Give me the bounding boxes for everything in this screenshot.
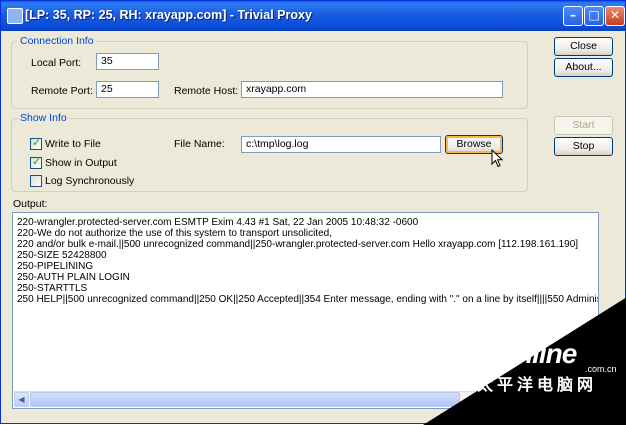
show-in-output-checkbox[interactable]: ✓: [30, 155, 42, 169]
local-port-input[interactable]: 35: [96, 53, 159, 70]
stop-button[interactable]: Stop: [554, 137, 613, 156]
write-to-file-label: Write to File: [45, 138, 101, 150]
watermark-logo: PConline: [463, 338, 577, 369]
window-title: [LP: 35, RP: 25, RH: xrayapp.com] - Triv…: [25, 8, 312, 22]
close-button[interactable]: Close: [554, 37, 613, 56]
app-icon[interactable]: [7, 8, 23, 24]
show-info-title: Show Info: [18, 112, 69, 124]
checkmark-icon: ✓: [32, 155, 42, 168]
start-button[interactable]: Start: [554, 116, 613, 135]
remote-host-label: Remote Host:: [174, 85, 239, 97]
remote-port-label: Remote Port:: [31, 85, 93, 97]
output-line: 250 HELP||500 unrecognized command||250 …: [17, 294, 599, 305]
minimize-button[interactable]: –: [563, 6, 583, 26]
write-to-file-checkbox[interactable]: ✓: [30, 136, 42, 150]
maximize-button[interactable]: □: [584, 6, 604, 26]
connection-info-group: Connection Info: [11, 35, 528, 109]
connection-info-title: Connection Info: [18, 35, 96, 47]
show-in-output-label: Show in Output: [45, 157, 117, 169]
scrollbar-thumb[interactable]: [30, 392, 460, 407]
checkmark-icon: ✓: [32, 136, 42, 149]
file-name-input[interactable]: c:\tmp\log.log: [241, 136, 441, 153]
main-window: [LP: 35, RP: 25, RH: xrayapp.com] - Triv…: [0, 0, 626, 425]
output-label: Output:: [13, 198, 48, 210]
close-window-button[interactable]: ✕: [605, 6, 625, 26]
watermark-chinese: 太平洋电脑网: [477, 375, 598, 394]
mouse-cursor-icon: [491, 149, 504, 168]
about-button[interactable]: About...: [554, 58, 613, 77]
scroll-left-icon[interactable]: ◀: [14, 392, 29, 407]
local-port-label: Local Port:: [31, 57, 82, 69]
title-bar[interactable]: [LP: 35, RP: 25, RH: xrayapp.com] - Triv…: [1, 1, 625, 31]
file-name-label: File Name:: [174, 138, 225, 150]
log-synchronously-checkbox[interactable]: [30, 175, 42, 187]
log-synchronously-label: Log Synchronously: [45, 175, 135, 187]
remote-host-input[interactable]: xrayapp.com: [241, 81, 503, 98]
remote-port-input[interactable]: 25: [96, 81, 159, 98]
